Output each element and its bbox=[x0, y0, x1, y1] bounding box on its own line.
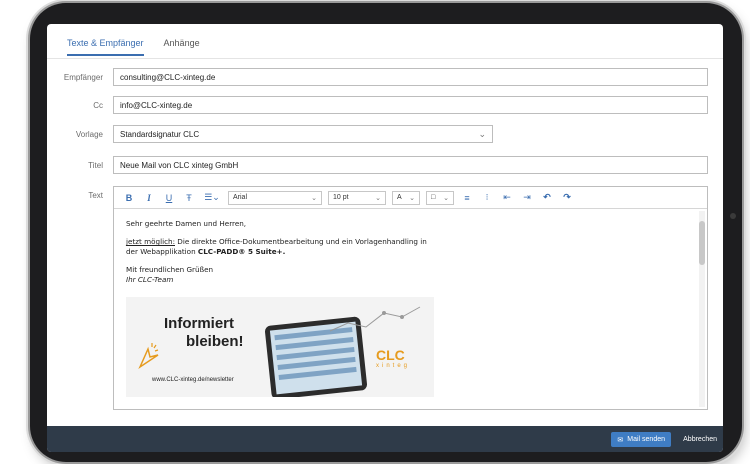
text-label: Text bbox=[88, 190, 103, 200]
text-label-row: Text bbox=[47, 186, 113, 204]
greeting-text: Sehr geehrte Damen und Herren, bbox=[126, 219, 247, 228]
font-size-select[interactable]: 10 pt ⌄ bbox=[328, 190, 386, 205]
newsletter-banner: Informiert bleiben! www.CLC-xinteg.de/ne… bbox=[126, 297, 434, 397]
cc-input[interactable]: info@CLC-xinteg.de bbox=[113, 96, 708, 114]
outdent-icon[interactable]: ⇤ bbox=[500, 192, 514, 203]
chevron-down-icon: ⌄ bbox=[478, 128, 486, 139]
font-value: Arial bbox=[233, 194, 248, 201]
signature-text: Ihr CLC-Team bbox=[126, 275, 174, 284]
cursor-click-icon bbox=[138, 343, 159, 370]
font-select[interactable]: Arial ⌄ bbox=[228, 190, 322, 205]
action-footer: ✉ Mail senden Abbrechen bbox=[47, 426, 723, 452]
announcement-highlight: jetzt möglich: bbox=[126, 237, 175, 246]
mail-compose-screen: Texte & Empfänger Anhänge Empfänger cons… bbox=[47, 24, 723, 452]
banner-headline-2: bleiben! bbox=[186, 333, 244, 350]
recipient-input[interactable]: consulting@CLC-xinteg.de bbox=[113, 68, 708, 86]
align-dropdown-icon[interactable]: ☰⌄ bbox=[202, 192, 222, 203]
banner-headline-1: Informiert bbox=[164, 315, 235, 332]
cc-row: Cc info@CLC-xinteg.de bbox=[47, 96, 708, 114]
closing-block: Mit freundlichen Grüßen Ihr CLC-Team bbox=[126, 265, 686, 285]
italic-icon[interactable]: I bbox=[142, 193, 156, 203]
title-row: Titel Neue Mail von CLC xinteg GmbH bbox=[47, 156, 708, 174]
mail-icon: ✉ bbox=[617, 436, 624, 444]
announcement-line2: der Webapplikation bbox=[126, 247, 198, 256]
chevron-down-icon: ⌄ bbox=[375, 194, 381, 202]
bullet-list-icon[interactable]: ⁝ bbox=[480, 192, 494, 203]
bold-icon[interactable]: B bbox=[122, 193, 136, 203]
tab-text-recipients[interactable]: Texte & Empfänger bbox=[67, 38, 144, 56]
editor-toolbar: B I U Ŧ ☰⌄ Arial ⌄ 10 pt ⌄ A ⌄ □ ⌄ ≡ ⁝ ⇤… bbox=[114, 187, 707, 209]
announcement-line1: Die direkte Office-Dokumentbearbeitung u… bbox=[175, 237, 427, 246]
tab-bar: Texte & Empfänger Anhänge bbox=[67, 38, 200, 56]
closing-text: Mit freundlichen Grüßen bbox=[126, 265, 214, 274]
editor-scrollbar[interactable] bbox=[699, 211, 705, 407]
redo-icon[interactable]: ↷ bbox=[560, 192, 574, 203]
text-color-icon[interactable]: A ⌄ bbox=[392, 190, 420, 205]
cc-label: Cc bbox=[93, 100, 103, 110]
announcement-text: jetzt möglich: Die direkte Office-Dokume… bbox=[126, 237, 686, 257]
cancel-button[interactable]: Abbrechen bbox=[683, 432, 717, 447]
chart-decoration-icon bbox=[329, 306, 421, 332]
highlight-color-icon[interactable]: □ ⌄ bbox=[426, 190, 454, 205]
undo-icon[interactable]: ↶ bbox=[540, 192, 554, 203]
logo-bottom-text: xinteg bbox=[376, 363, 411, 369]
title-input[interactable]: Neue Mail von CLC xinteg GmbH bbox=[113, 156, 708, 174]
template-row: Vorlage Standardsignatur CLC ⌄ bbox=[47, 125, 493, 143]
chevron-down-icon: ⌄ bbox=[311, 194, 317, 202]
stage: Texte & Empfänger Anhänge Empfänger cons… bbox=[0, 0, 750, 464]
rich-text-editor[interactable]: B I U Ŧ ☰⌄ Arial ⌄ 10 pt ⌄ A ⌄ □ ⌄ ≡ ⁝ ⇤… bbox=[113, 186, 708, 410]
template-label: Vorlage bbox=[75, 129, 103, 139]
send-mail-label: Mail senden bbox=[627, 436, 665, 443]
template-value: Standardsignatur CLC bbox=[120, 129, 200, 139]
indent-icon[interactable]: ⇥ bbox=[520, 192, 534, 203]
clc-xinteg-logo: CLC xinteg bbox=[376, 347, 410, 369]
product-name: CLC-PADD® 5 Suite+. bbox=[197, 247, 286, 256]
font-size-value: 10 pt bbox=[333, 194, 349, 201]
camera-icon bbox=[730, 213, 736, 219]
tab-attachments[interactable]: Anhänge bbox=[164, 38, 200, 56]
template-select[interactable]: Standardsignatur CLC ⌄ bbox=[113, 125, 493, 143]
logo-top-text: CLC bbox=[376, 347, 405, 363]
editor-content[interactable]: Sehr geehrte Damen und Herren, jetzt mög… bbox=[126, 219, 686, 293]
underline-icon[interactable]: U bbox=[162, 193, 176, 203]
tab-divider bbox=[47, 58, 723, 59]
recipient-label: Empfänger bbox=[63, 72, 103, 82]
recipient-row: Empfänger consulting@CLC-xinteg.de bbox=[47, 68, 708, 86]
send-mail-button[interactable]: ✉ Mail senden bbox=[611, 432, 671, 447]
newsletter-url: www.CLC-xinteg.de/newsletter bbox=[152, 377, 234, 383]
strikethrough-icon[interactable]: Ŧ bbox=[182, 193, 196, 203]
scrollbar-thumb[interactable] bbox=[699, 221, 705, 265]
title-label: Titel bbox=[88, 160, 103, 170]
tablet-frame: Texte & Empfänger Anhänge Empfänger cons… bbox=[30, 3, 742, 462]
ordered-list-icon[interactable]: ≡ bbox=[460, 193, 474, 203]
